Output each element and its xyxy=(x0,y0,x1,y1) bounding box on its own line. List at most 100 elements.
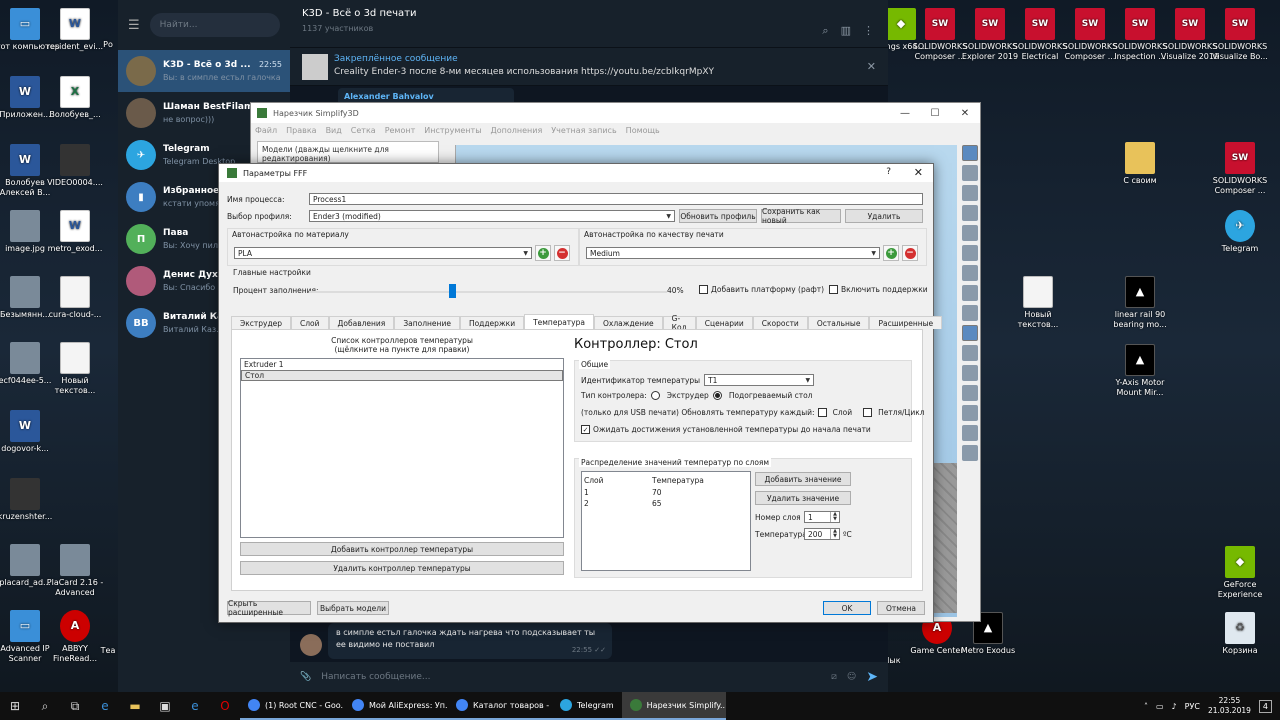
language-indicator[interactable]: РУС xyxy=(1185,702,1200,711)
quality-select[interactable]: Medium ▼ xyxy=(586,247,880,259)
models-panel[interactable]: Модели (дважды щелкните для редактирован… xyxy=(257,141,439,163)
gear-icon[interactable] xyxy=(962,425,978,441)
desktop-icon[interactable]: SW SOLIDWORKS Composer ... xyxy=(1205,142,1275,196)
tab-4[interactable]: Поддержки xyxy=(459,316,525,329)
close-button[interactable]: ✕ xyxy=(950,103,980,123)
close-icon[interactable]: ✕ xyxy=(867,60,876,73)
ie-icon[interactable]: e xyxy=(180,692,210,720)
tab-9[interactable]: Скорости xyxy=(752,316,808,329)
ok-button[interactable]: OK xyxy=(823,601,871,615)
desktop-icon[interactable]: ✈ Telegram xyxy=(1205,210,1275,254)
infill-slider-track[interactable] xyxy=(309,291,667,293)
desktop-icon[interactable]: cura-cloud-... xyxy=(40,276,110,320)
desktop-icon[interactable]: X Волобуев_... xyxy=(40,76,110,120)
view-front-icon[interactable] xyxy=(962,245,978,261)
taskbar-app[interactable]: (1) Root CNC - Goo... xyxy=(240,692,344,720)
save-as-new-button[interactable]: Сохранить как новый xyxy=(761,207,841,225)
taskbar-app[interactable]: Мой AliExpress: Уп... xyxy=(344,692,448,720)
clock[interactable]: 22:55 21.03.2019 xyxy=(1208,696,1251,716)
avatar[interactable] xyxy=(300,634,322,656)
menu-item[interactable]: Сетка xyxy=(351,126,376,135)
explorer-icon[interactable]: ▬ xyxy=(120,692,150,720)
spinner-arrows-icon[interactable]: ▲ ▼ xyxy=(830,512,839,522)
taskbar-app[interactable]: Telegram xyxy=(552,692,622,720)
add-quality-button[interactable]: + xyxy=(883,245,899,261)
controllers-list[interactable]: Extruder 1 Стол xyxy=(240,358,564,538)
close-button[interactable]: ✕ xyxy=(914,166,923,179)
menu-icon[interactable]: ☰ xyxy=(128,18,140,33)
desktop-icon[interactable]: Wdogovor-k... xyxy=(0,410,60,454)
wireframe-icon[interactable] xyxy=(962,365,978,381)
send-icon[interactable]: ➤ xyxy=(866,669,878,685)
infill-slider-handle[interactable] xyxy=(449,284,456,298)
help-button[interactable]: ? xyxy=(886,167,891,177)
raft-checkbox[interactable] xyxy=(699,285,708,294)
store-icon[interactable]: ▣ xyxy=(150,692,180,720)
notifications-badge[interactable]: 4 xyxy=(1258,699,1272,713)
tab-10[interactable]: Остальные xyxy=(807,316,870,329)
menu-item[interactable]: Инструменты xyxy=(424,126,481,135)
scale-tool-icon[interactable] xyxy=(962,185,978,201)
add-material-button[interactable]: + xyxy=(535,245,551,261)
maximize-button[interactable]: ☐ xyxy=(920,103,950,123)
edge-icon[interactable]: e xyxy=(90,692,120,720)
desktop-icon[interactable]: SW SOLIDWORKS Visualize Bo... xyxy=(1205,8,1275,62)
message-bubble[interactable]: в симпле естьл галочка ждать нагрева что… xyxy=(328,623,612,659)
volume-icon[interactable]: ♪ xyxy=(1172,702,1177,711)
view-right-icon[interactable] xyxy=(962,305,978,321)
desktop-icon[interactable]: kruzenshter... xyxy=(0,478,60,522)
usb-loop-checkbox[interactable] xyxy=(863,408,873,417)
more-icon[interactable]: ⋮ xyxy=(863,24,874,38)
menu-item[interactable]: Правка xyxy=(286,126,316,135)
tab-5[interactable]: Температура xyxy=(524,314,594,329)
tab-1[interactable]: Слой xyxy=(291,316,329,329)
process-name-input[interactable]: Process1 xyxy=(309,193,923,205)
menu-item[interactable]: Вид xyxy=(326,126,342,135)
remove-value-button[interactable]: Удалить значение xyxy=(755,491,851,505)
desktop-icon[interactable]: ▲ Y-Axis Motor Mount Mir... xyxy=(1105,344,1175,398)
layer-number-input[interactable]: 1 ▲ ▼ xyxy=(804,511,840,523)
tab-11[interactable]: Расширенные xyxy=(869,316,943,329)
sidebar-toggle-icon[interactable]: ▥ xyxy=(841,24,851,38)
cube-icon[interactable] xyxy=(962,345,978,361)
desktop-icon[interactable]: Новый текстов... xyxy=(1003,276,1073,330)
search-icon[interactable]: ⌕ xyxy=(822,24,828,38)
temp-id-select[interactable]: T1 ▼ xyxy=(704,374,815,386)
type-extruder-radio[interactable] xyxy=(650,391,660,400)
message-input[interactable]: Написать сообщение... xyxy=(321,672,821,682)
menu-item[interactable]: Помощь xyxy=(626,126,660,135)
controller-item[interactable]: Extruder 1 xyxy=(241,359,563,370)
tab-8[interactable]: Сценарии xyxy=(695,316,753,329)
profile-select[interactable]: Ender3 (modified) ▼ xyxy=(309,210,675,222)
tab-3[interactable]: Заполнение xyxy=(394,316,460,329)
command-icon[interactable]: ⧄ xyxy=(831,672,837,682)
tab-0[interactable]: Экструдер xyxy=(231,316,292,329)
tab-6[interactable]: Охлаждение xyxy=(593,316,663,329)
attach-icon[interactable]: 📎 xyxy=(300,672,311,682)
start-icon[interactable]: ⊞ xyxy=(0,692,30,720)
minimize-button[interactable]: — xyxy=(890,103,920,123)
add-value-button[interactable]: Добавить значение xyxy=(755,472,851,486)
cross-section-icon[interactable] xyxy=(962,385,978,401)
desktop-icon[interactable]: ▲ linear rail 90 bearing mo... xyxy=(1105,276,1175,330)
delete-profile-button[interactable]: Удалить xyxy=(845,209,923,223)
chat-header[interactable]: K3D - Всё о 3d печати 1137 участников ⌕ … xyxy=(290,0,888,48)
pinned-message[interactable]: Закреплённое сообщение Creality Ender-3 … xyxy=(290,48,888,86)
chat-item[interactable]: K3D - Всё о 3d ... 22:55 Вы: в симпле есть… xyxy=(118,50,290,92)
table-row[interactable]: 1 70 xyxy=(582,487,750,498)
cancel-button[interactable]: Отмена xyxy=(877,601,925,615)
rotate-tool-icon[interactable] xyxy=(962,205,978,221)
update-profile-button[interactable]: Обновить профиль xyxy=(679,209,757,223)
supports-icon[interactable] xyxy=(962,445,978,461)
table-row[interactable]: 2 65 xyxy=(582,498,750,509)
tab-2[interactable]: Добавления xyxy=(328,316,395,329)
axes-icon[interactable] xyxy=(962,325,978,341)
usb-layer-checkbox[interactable] xyxy=(817,408,827,417)
temperature-input[interactable]: 200 ▲ ▼ xyxy=(804,528,840,540)
spinner-arrows-icon[interactable]: ▲ ▼ xyxy=(830,529,839,539)
add-controller-button[interactable]: Добавить контроллер температуры xyxy=(240,542,564,556)
menu-item[interactable]: Ремонт xyxy=(385,126,416,135)
view-back-icon[interactable] xyxy=(962,265,978,281)
menu-item[interactable]: Учетная запись xyxy=(551,126,616,135)
remove-material-button[interactable]: − xyxy=(554,245,570,261)
